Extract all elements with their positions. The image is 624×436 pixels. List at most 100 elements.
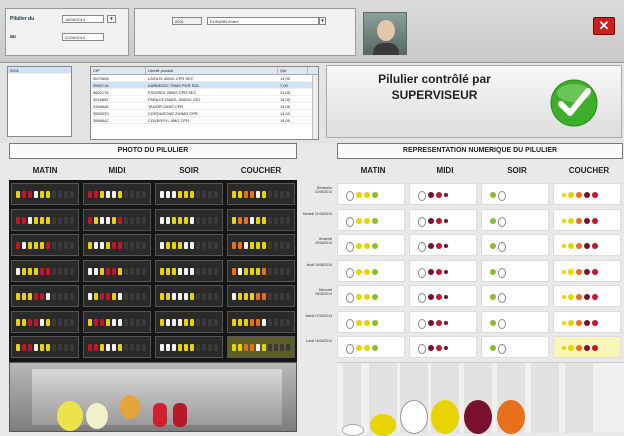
dose-cell[interactable] [409,336,477,358]
table-row[interactable]: 3399648 TAHOR 10MG CPR 14,00 [91,103,318,110]
pill [22,318,26,326]
legend-column [565,363,593,433]
dose-cell[interactable] [481,285,549,307]
dose-cell[interactable] [553,285,621,307]
col-libelle[interactable]: Libellé produit [146,67,278,74]
pill-dot [576,268,582,275]
pill-dot [592,268,598,275]
pill [106,293,110,300]
dose-cell[interactable] [409,208,477,231]
pill [112,216,116,224]
pill-dot [364,319,370,326]
dose-cell[interactable] [337,310,405,333]
au-date-field[interactable]: 22/06/2014 [62,33,104,41]
pill-dot [364,345,370,351]
list-item[interactable]: 0001 [8,67,71,74]
pilulier-date-field[interactable]: 16/06/2014 [62,15,104,23]
dose-cell[interactable] [553,259,621,282]
pill [178,293,182,300]
dose-cell[interactable] [337,259,405,282]
table-row[interactable]: 3602178 ESIDREX 25MG CPR SEC 21,00 [91,89,318,96]
table-row[interactable]: 3516854 PARACETAMOL 500MG GEL 14,00 [91,96,318,103]
resident-id-field[interactable]: 0001 [172,17,202,25]
pill [124,216,128,224]
pill [232,191,236,198]
table-row[interactable]: 3584942 COVERSYL 5MG CPR 14,00 [91,117,318,124]
dose-cell[interactable] [337,285,405,307]
table-row[interactable]: 3670508 LASILIX 40MG CPR SEC 14,00 [91,75,318,82]
dose-cell[interactable] [409,310,477,333]
pill [178,242,182,249]
pill [262,344,266,351]
dose-cell[interactable] [481,183,549,205]
photo-col-matin: MATIN [32,166,58,175]
pill [190,191,194,198]
pill-box-compartment [227,208,295,231]
pill [286,191,290,198]
dose-cell[interactable] [553,208,621,231]
pill-dot [436,268,442,275]
pill [64,318,68,326]
pill [106,242,110,249]
pill-box-compartment [83,310,151,333]
dose-cell[interactable] [553,183,621,205]
dose-cell[interactable] [337,234,405,256]
pill [280,242,284,249]
pill [256,267,260,275]
pill [238,242,242,249]
col-cip[interactable]: CIP [91,67,146,74]
pill [268,242,272,249]
dose-cell[interactable] [481,259,549,282]
pill [130,344,134,351]
pill-dot [576,217,582,224]
dose-cell[interactable] [481,336,549,358]
pill-box-compartment [83,234,151,256]
closeup-pill-orange [120,395,140,419]
resident-list[interactable]: 0001 [7,66,72,137]
pill-box-compartment [83,259,151,282]
pill [58,216,62,224]
photo-section-title: PHOTO DU PILULIER [9,143,297,159]
pill-dot [372,268,378,275]
close-button[interactable]: ✕ [593,17,615,35]
au-label: au [10,34,16,40]
dose-cell[interactable] [409,234,477,256]
pill-dot [444,244,448,248]
dose-cell[interactable] [481,310,549,333]
pill-dot [444,295,448,299]
dose-cell[interactable] [337,336,405,358]
calendar-icon[interactable]: ▾ [107,15,116,23]
dose-cell[interactable] [553,336,621,358]
pill [190,293,194,300]
dose-cell[interactable] [481,208,549,231]
pill [124,267,128,275]
dose-cell[interactable] [409,183,477,205]
pill [184,267,188,275]
resident-name-select[interactable]: DURAND André [207,17,319,25]
dose-cell[interactable] [481,234,549,256]
dose-cell[interactable] [553,234,621,256]
dose-cell[interactable] [553,310,621,333]
pill-dot [356,217,362,224]
table-row[interactable]: 3590716 KARDEGIC 75MG PDR SOL 7,00 [91,82,318,89]
table-scrollbar[interactable] [312,75,318,139]
dropdown-icon[interactable]: ▾ [319,17,326,25]
pill [160,267,164,275]
table-row[interactable]: 3563033 CORDARONE 200MG CPR 14,00 [91,110,318,117]
pill [64,242,68,249]
pill [274,318,278,326]
dose-cell[interactable] [337,208,405,231]
pill [16,191,20,198]
pill [208,344,212,351]
dose-cell[interactable] [337,183,405,205]
dose-cell[interactable] [409,285,477,307]
col-qte[interactable]: Qté [278,67,308,74]
pill [286,293,290,300]
photo-col-coucher: COUCHER [240,166,282,175]
pill [262,318,266,326]
dose-cell[interactable] [409,259,477,282]
pill [214,344,218,351]
pill [184,344,188,351]
pill [184,318,188,326]
pill-dot [562,346,566,350]
